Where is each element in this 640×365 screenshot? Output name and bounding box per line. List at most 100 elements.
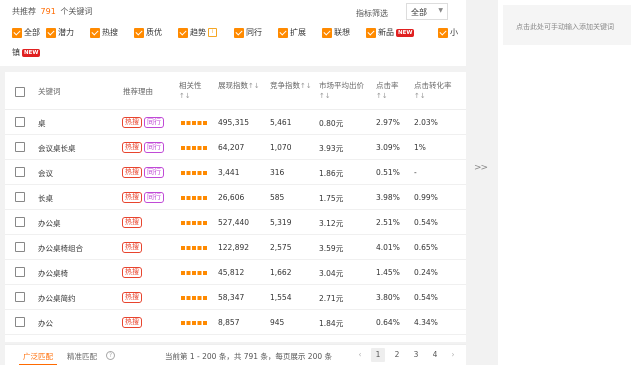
checkbox-checked-icon — [438, 27, 448, 38]
tab-exact-match[interactable]: 精准匹配 — [63, 349, 101, 364]
tag-hot: 热搜 — [122, 217, 142, 228]
sort-icon: ↑↓ — [376, 92, 388, 100]
row-checkbox[interactable] — [15, 117, 25, 127]
check-small[interactable]: 小 — [438, 27, 458, 38]
row-checkbox[interactable] — [15, 142, 25, 152]
metric-filter-value: 全部 — [411, 8, 427, 17]
reason-cell: 热搜 同行 — [122, 142, 166, 153]
pagination-info: 当前第 1 - 200 条，共 791 条，每页展示 200 条 — [165, 352, 332, 361]
check-town[interactable]: 镇 NEW — [12, 47, 41, 58]
ctr-cell: 0.64% — [376, 318, 400, 327]
keyword-cell: 办公桌椅 — [38, 269, 68, 278]
reason-cell: 热搜 — [122, 267, 144, 278]
check-trend[interactable]: 趋势 i — [178, 27, 217, 38]
check-expand[interactable]: 扩展 — [278, 27, 306, 38]
check-label: 全部 — [24, 28, 40, 37]
row-checkbox[interactable] — [15, 217, 25, 227]
checkbox-checked-icon — [366, 27, 376, 38]
page-1-button[interactable]: 1 — [371, 348, 385, 362]
col-relevance-label: 相关性 — [179, 81, 202, 90]
ctr-cell: 3.09% — [376, 143, 400, 152]
check-peer[interactable]: 同行 — [234, 27, 262, 38]
impressions-cell: 58,347 — [218, 293, 245, 302]
col-cvr[interactable]: 点击转化率 ↑↓ — [414, 81, 452, 101]
col-relevance[interactable]: 相关性 ↑↓ — [179, 81, 202, 101]
col-avg-bid[interactable]: 市场平均出价 ↑↓ — [319, 81, 364, 101]
check-hot[interactable]: 热搜 — [90, 27, 118, 38]
col-ctr[interactable]: 点击率 ↑↓ — [376, 81, 399, 101]
check-potential[interactable]: 潜力 — [46, 27, 74, 38]
table-row: 桌 热搜 同行 495,315 5,461 0.80元 2.97% 2.03% — [5, 110, 466, 135]
metric-filter-select[interactable]: 全部 ▼ — [406, 3, 448, 20]
keyword-cell: 会议 — [38, 169, 53, 178]
tag-peer: 同行 — [144, 142, 164, 153]
checkbox-checked-icon — [278, 27, 288, 38]
manual-keyword-hint: 点击此处可手动输入添加关键词 — [516, 23, 614, 31]
reason-cell: 热搜 — [122, 242, 144, 253]
relevance-bar — [181, 271, 207, 275]
avg-bid-cell: 3.93元 — [319, 144, 344, 153]
keyword-cell: 办公桌椅组合 — [38, 244, 83, 253]
keyword-cell: 长桌 — [38, 194, 53, 203]
sort-icon: ↑↓ — [300, 82, 312, 90]
recommend-summary: 共推荐 791 个关键词 — [12, 6, 92, 17]
col-keyword: 关键词 — [38, 87, 61, 96]
impressions-cell: 495,315 — [218, 118, 250, 127]
check-label: 镇 — [12, 48, 20, 57]
col-impressions-label: 展现指数 — [218, 81, 248, 90]
tag-hot: 热搜 — [122, 292, 142, 303]
impressions-cell: 122,892 — [218, 243, 250, 252]
sort-icon: ↑↓ — [179, 92, 191, 100]
cvr-cell: 0.54% — [414, 293, 438, 302]
summary-suffix: 个关键词 — [60, 7, 93, 16]
check-associate[interactable]: 联想 — [322, 27, 350, 38]
competition-cell: 1,662 — [270, 268, 292, 277]
prev-page-button[interactable]: ‹ — [353, 348, 367, 362]
checkbox-checked-icon — [322, 27, 332, 38]
check-all[interactable]: 全部 — [12, 27, 40, 38]
next-page-button[interactable]: › — [446, 348, 460, 362]
row-checkbox[interactable] — [15, 192, 25, 202]
trend-info-icon[interactable]: i — [208, 28, 217, 37]
col-avg-bid-label: 市场平均出价 — [319, 81, 364, 90]
col-impressions[interactable]: 展现指数↑↓ — [218, 81, 260, 91]
check-new-product[interactable]: 新品 NEW — [366, 27, 415, 38]
table-row: 办公桌椅 热搜 45,812 1,662 3.04元 1.45% 0.24% — [5, 260, 466, 285]
table-row: 办公桌简约 热搜 58,347 1,554 2.71元 3.80% 0.54% — [5, 285, 466, 310]
checkbox-checked-icon — [46, 27, 56, 38]
check-label: 同行 — [246, 28, 262, 37]
select-all-checkbox[interactable] — [15, 87, 25, 97]
relevance-bar — [181, 246, 207, 250]
table-row: 会议 热搜 同行 3,441 316 1.86元 0.51% - — [5, 160, 466, 185]
checkbox-checked-icon — [134, 27, 144, 38]
row-checkbox[interactable] — [15, 242, 25, 252]
row-checkbox[interactable] — [15, 292, 25, 302]
page-2-button[interactable]: 2 — [390, 348, 404, 362]
col-competition-label: 竞争指数 — [270, 81, 300, 90]
cvr-cell: 4.34% — [414, 318, 438, 327]
check-label: 潜力 — [58, 28, 74, 37]
help-icon[interactable]: ? — [106, 351, 115, 360]
avg-bid-cell: 3.59元 — [319, 244, 344, 253]
filter-bar: 共推荐 791 个关键词 指标筛选 全部 ▼ 全部 潜力 热搜 质优 趋势 i 同… — [0, 0, 466, 66]
competition-cell: 5,461 — [270, 118, 292, 127]
tab-broad-match[interactable]: 广泛匹配 — [19, 349, 57, 365]
summary-count: 791 — [40, 7, 56, 16]
page-4-button[interactable]: 4 — [428, 348, 442, 362]
impressions-cell: 3,441 — [218, 168, 240, 177]
row-checkbox[interactable] — [15, 167, 25, 177]
cvr-cell: - — [414, 168, 417, 177]
ctr-cell: 3.80% — [376, 293, 400, 302]
reason-cell: 热搜 — [122, 217, 144, 228]
ctr-cell: 4.01% — [376, 243, 400, 252]
col-competition[interactable]: 竞争指数↑↓ — [270, 81, 312, 91]
check-quality[interactable]: 质优 — [134, 27, 162, 38]
tag-peer: 同行 — [144, 192, 164, 203]
page-3-button[interactable]: 3 — [409, 348, 423, 362]
sort-icon: ↑↓ — [414, 92, 426, 100]
avg-bid-cell: 1.75元 — [319, 194, 344, 203]
row-checkbox[interactable] — [15, 317, 25, 327]
row-checkbox[interactable] — [15, 267, 25, 277]
add-keyword-toggle[interactable]: >> — [474, 163, 488, 173]
cvr-cell: 2.03% — [414, 118, 438, 127]
